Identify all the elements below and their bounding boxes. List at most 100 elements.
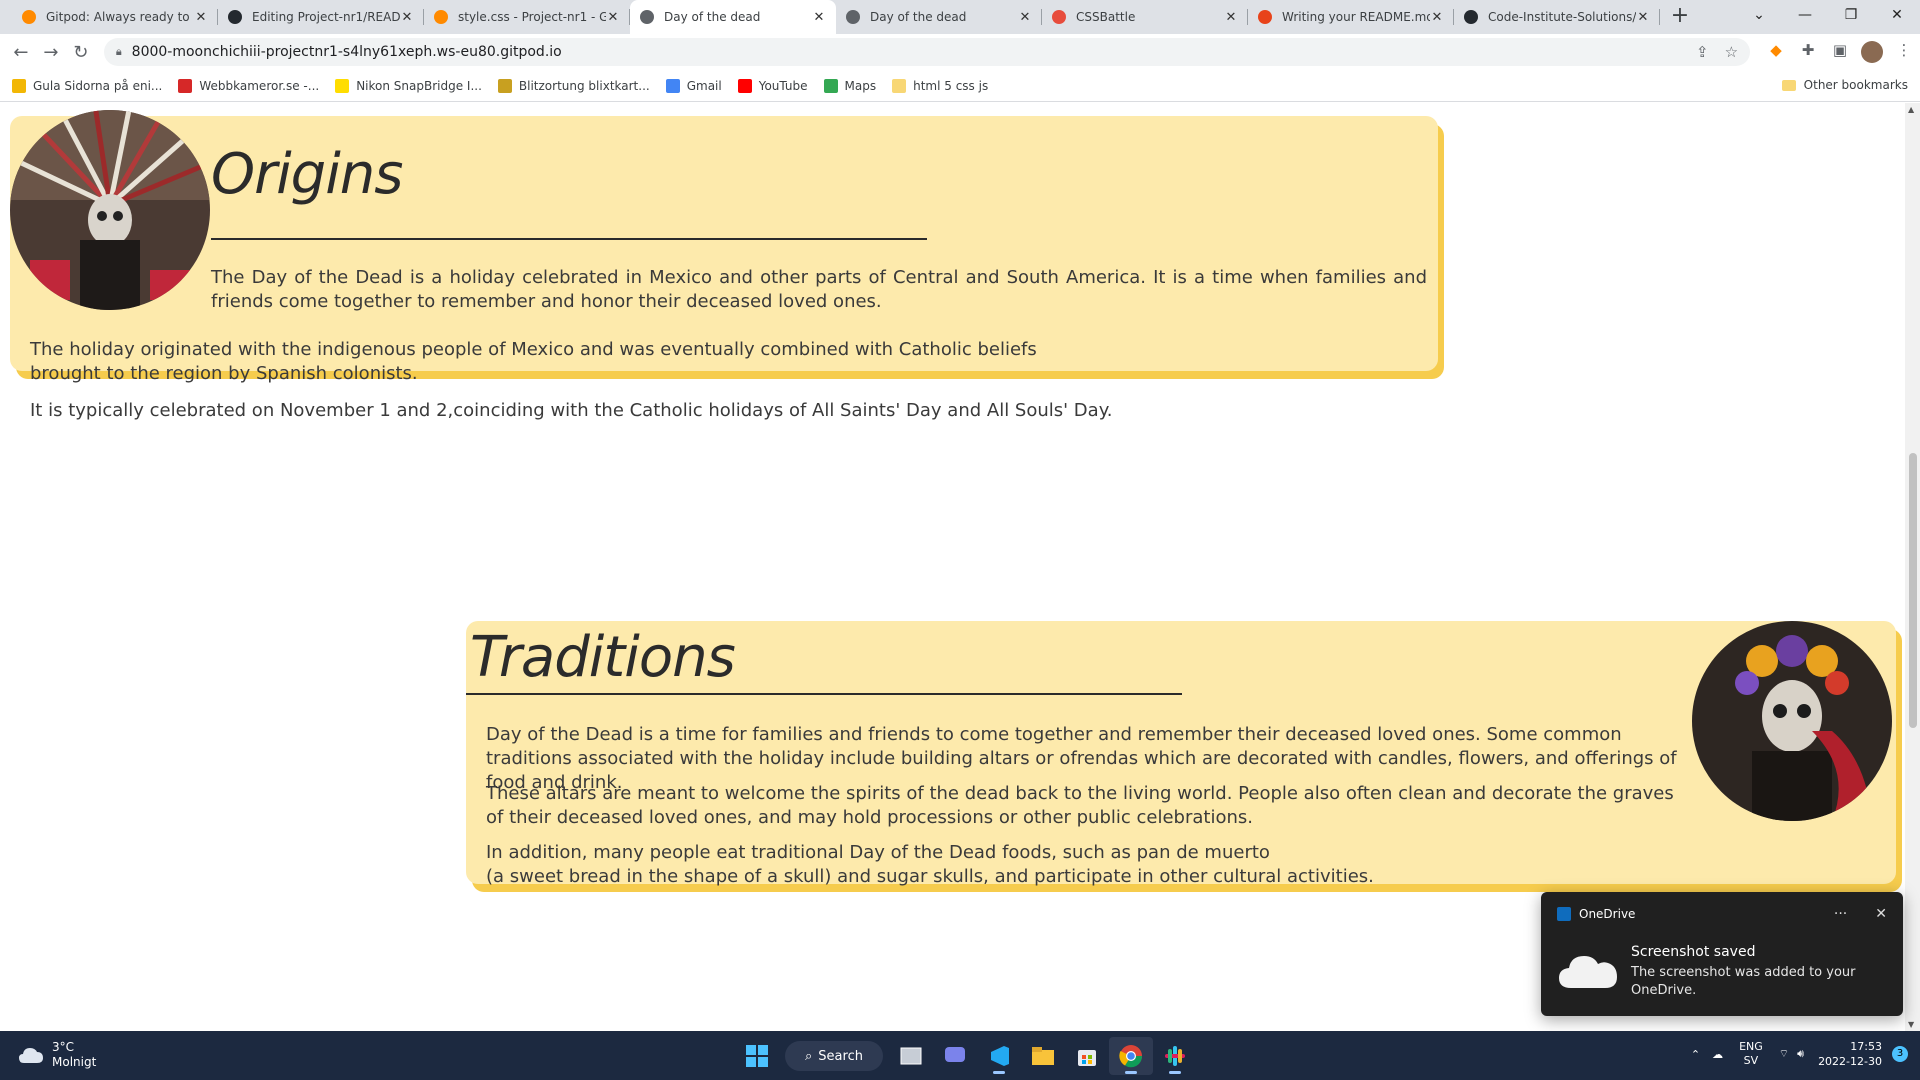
windows-logo-icon xyxy=(746,1045,768,1067)
teams-chat-icon[interactable] xyxy=(933,1037,977,1075)
url-text[interactable]: 8000-moonchichiii-projectnr1-s4lny61xeph… xyxy=(132,44,1680,60)
tab-search-icon[interactable]: ⌄ xyxy=(1736,0,1782,30)
tab-favicon-icon xyxy=(22,10,36,24)
browser-tab[interactable]: CSSBattle ✕ xyxy=(1042,0,1248,34)
bookmark-favicon-icon xyxy=(178,78,193,93)
scroll-down-arrow-icon[interactable]: ▼ xyxy=(1908,1020,1914,1029)
share-icon[interactable]: ⇪ xyxy=(1696,43,1709,61)
address-bar[interactable]: 🔒︎ 8000-moonchichiii-projectnr1-s4lny61x… xyxy=(103,38,1751,66)
browser-tab[interactable]: Code-Institute-Solutions/r ✕ xyxy=(1454,0,1660,34)
browser-tab[interactable]: style.css - Project-nr1 - Git ✕ xyxy=(424,0,630,34)
chrome-icon[interactable] xyxy=(1109,1037,1153,1075)
lock-icon[interactable]: 🔒︎ xyxy=(116,45,122,59)
origins-paragraph-1: The Day of the Dead is a holiday celebra… xyxy=(211,267,1427,312)
browser-tab[interactable]: Writing your README.md ✕ xyxy=(1248,0,1454,34)
bookmark-label: Webbkameror.se -... xyxy=(199,78,320,93)
bookmark-item[interactable]: Webbkameror.se -... xyxy=(178,78,320,93)
bookmark-favicon-icon xyxy=(335,78,350,93)
browser-tab[interactable]: Editing Project-nr1/READM ✕ xyxy=(218,0,424,34)
bookmark-item[interactable]: Maps xyxy=(823,78,876,93)
tab-title: Gitpod: Always ready to co xyxy=(46,10,194,24)
tab-title: style.css - Project-nr1 - Git xyxy=(458,10,606,24)
reload-button[interactable]: ↻ xyxy=(66,42,96,63)
volume-icon[interactable]: 🔊︎ xyxy=(1797,1047,1804,1061)
show-hidden-icons-chevron-icon[interactable]: ⌃ xyxy=(1691,1048,1700,1061)
traditions-image xyxy=(1692,621,1892,821)
back-button[interactable]: ← xyxy=(6,42,36,63)
bookmark-item[interactable]: Gula Sidorna på eni... xyxy=(12,78,162,93)
browser-tab[interactable]: Day of the dead ✕ xyxy=(836,0,1042,34)
start-button[interactable] xyxy=(735,1037,779,1075)
bookmark-item[interactable]: Gmail xyxy=(665,78,722,93)
tab-close-icon[interactable]: ✕ xyxy=(1224,10,1238,25)
clock[interactable]: 17:53 2022-12-30 xyxy=(1818,1039,1882,1069)
tab-close-icon[interactable]: ✕ xyxy=(1018,10,1032,25)
maximize-button[interactable]: ❐ xyxy=(1828,0,1874,30)
tab-title: Code-Institute-Solutions/r xyxy=(1488,10,1636,24)
origins-paragraph-2: The holiday originated with the indigeno… xyxy=(30,338,1230,386)
task-view-icon[interactable] xyxy=(889,1037,933,1075)
browser-tab[interactable]: Day of the dead ✕ xyxy=(630,0,836,34)
tab-favicon-icon xyxy=(1464,10,1478,24)
origins-paragraph-3: It is typically celebrated on November 1… xyxy=(30,400,1113,421)
bookmark-favicon-icon xyxy=(892,78,907,93)
scroll-up-arrow-icon[interactable]: ▲ xyxy=(1908,105,1914,114)
browser-tab[interactable]: Gitpod: Always ready to co ✕ xyxy=(12,0,218,34)
vscode-icon[interactable] xyxy=(977,1037,1021,1075)
tab-close-icon[interactable]: ✕ xyxy=(400,10,414,25)
tab-close-icon[interactable]: ✕ xyxy=(1636,10,1650,25)
other-bookmarks[interactable]: Other bookmarks xyxy=(1781,78,1908,92)
weather-widget[interactable]: 3°C Molnigt xyxy=(18,1040,96,1070)
language-indicator[interactable]: ENG SV xyxy=(1739,1040,1763,1068)
origins-image xyxy=(10,110,210,310)
forward-button[interactable]: → xyxy=(36,42,66,63)
minimize-button[interactable]: — xyxy=(1782,0,1828,30)
tab-close-icon[interactable]: ✕ xyxy=(606,10,620,25)
tab-close-icon[interactable]: ✕ xyxy=(1430,10,1444,25)
tab-favicon-icon xyxy=(1052,10,1066,24)
origins-paragraph-2-line-2: brought to the region by Spanish colonis… xyxy=(30,363,418,384)
wifi-icon[interactable]: ⌔ xyxy=(1779,1047,1789,1061)
bookmark-favicon-icon xyxy=(737,78,752,93)
tab-separator xyxy=(1659,9,1660,25)
bookmark-label: YouTube xyxy=(758,78,808,93)
gitpod-extension-icon[interactable]: ◆ xyxy=(1760,41,1792,63)
bookmark-star-icon[interactable]: ☆ xyxy=(1725,43,1738,61)
extensions-puzzle-icon[interactable]: ✚ xyxy=(1792,41,1824,63)
scrollbar-thumb[interactable] xyxy=(1909,453,1917,728)
tab-close-icon[interactable]: ✕ xyxy=(812,10,826,25)
side-panel-icon[interactable]: ▣ xyxy=(1824,41,1856,63)
more-options-icon[interactable]: ··· xyxy=(1834,906,1847,922)
notification-count-badge[interactable]: 3 xyxy=(1892,1046,1908,1062)
page-scrollbar[interactable]: ▲ ▼ xyxy=(1905,103,1920,1031)
tab-close-icon[interactable]: ✕ xyxy=(194,10,208,25)
browser-toolbar: ← → ↻ 🔒︎ 8000-moonchichiii-projectnr1-s4… xyxy=(0,34,1920,70)
bookmark-item[interactable]: Blitzortung blixtkart... xyxy=(497,78,650,93)
onedrive-notification[interactable]: OneDrive ··· ✕ Screenshot saved The scre… xyxy=(1541,892,1903,1016)
taskbar-apps: ⌕ Search xyxy=(735,1037,1197,1075)
origins-heading-rule xyxy=(211,238,927,240)
traditions-heading: Traditions xyxy=(470,625,736,690)
file-explorer-icon[interactable] xyxy=(1021,1037,1065,1075)
profile-avatar[interactable] xyxy=(1861,41,1884,63)
bookmark-label: Blitzortung blixtkart... xyxy=(518,78,650,93)
slack-icon[interactable] xyxy=(1153,1037,1197,1075)
onedrive-icon xyxy=(1557,907,1571,921)
close-notification-icon[interactable]: ✕ xyxy=(1875,906,1887,922)
microsoft-store-icon[interactable] xyxy=(1065,1037,1109,1075)
onedrive-tray-icon[interactable]: ☁︎ xyxy=(1712,1048,1723,1061)
notification-title: Screenshot saved xyxy=(1631,944,1756,960)
bookmark-label: Gmail xyxy=(686,78,722,93)
new-tab-button[interactable]: + xyxy=(1666,3,1694,31)
bookmark-item[interactable]: html 5 css js xyxy=(892,78,988,93)
menu-kebab-icon[interactable]: ⋮ xyxy=(1888,41,1920,63)
bookmark-item[interactable]: YouTube xyxy=(737,78,808,93)
tab-title: Day of the dead xyxy=(664,10,761,24)
tab-favicon-icon xyxy=(1258,10,1272,24)
bookmark-favicon-icon xyxy=(12,78,26,93)
bookmark-item[interactable]: Nikon SnapBridge I... xyxy=(335,78,482,93)
taskbar-search[interactable]: ⌕ Search xyxy=(785,1041,883,1071)
close-window-button[interactable]: ✕ xyxy=(1874,0,1920,30)
other-bookmarks-label: Other bookmarks xyxy=(1803,78,1908,92)
tab-favicon-icon xyxy=(228,10,242,24)
